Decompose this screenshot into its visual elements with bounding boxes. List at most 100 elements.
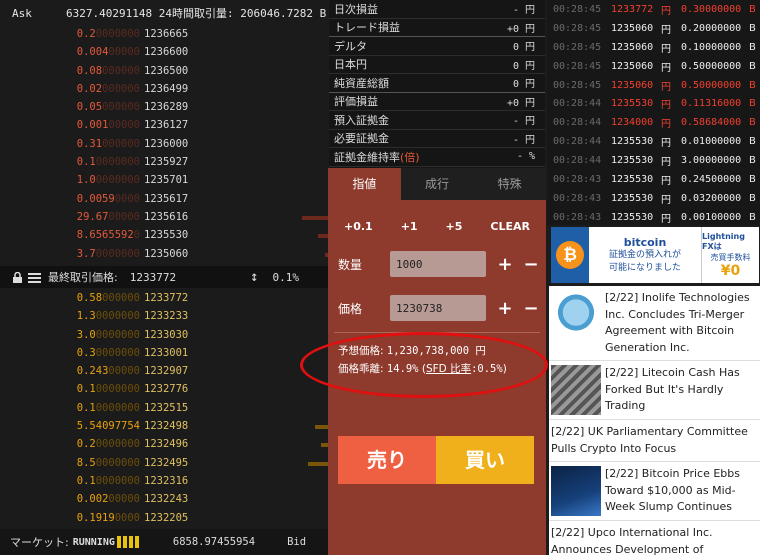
news-headline[interactable]: [2/22] UK Parliamentary Committee Pulls … [551,425,748,455]
quantity-input[interactable] [390,251,486,277]
ask-row[interactable]: 0.31000000 1236000 [0,136,328,154]
quantity-plus-button[interactable]: + [494,254,516,275]
bid-row[interactable]: 5.54097754 1232498 [0,418,328,436]
ask-row[interactable]: 8.65655920 1235530 [0,227,328,245]
ask-row[interactable]: 29.6700000 1235616 [0,209,328,227]
trade-amount: 0.58684000 [681,117,742,129]
trade-row: 00:28:44 1235530 円 0.01000000 B [547,132,760,151]
ask-row[interactable]: 0.05000000 1236289 [0,99,328,117]
ask-amount-trail: 000000 [102,137,140,150]
trade-yen: 円 [661,194,671,206]
trade-time: 00:28:45 [553,79,602,91]
news-item[interactable]: [2/22] Inolife Technologies Inc. Conclud… [549,286,760,361]
bid-row[interactable]: 1.30000000 1233233 [0,308,328,326]
sell-button[interactable]: 売り [338,436,436,484]
volume-24h: 6327.40291148 24時間取引量: 206046.7282 B [66,7,327,20]
add-1-button[interactable]: +1 [401,220,418,233]
news-headline[interactable]: [2/22] Bitcoin Price Ebbs Toward $10,000… [605,467,740,513]
lock-icon[interactable] [12,271,24,283]
bid-row[interactable]: 0.10000000 1232515 [0,400,328,418]
news-item[interactable]: [2/22] Upco International Inc. Announces… [549,521,760,555]
bid-row[interactable]: 0.10000000 1232316 [0,473,328,491]
order-panel: +0.1 +1 +5 CLEAR 数量 + − 価格 + − 予想価格: 1,2… [300,200,548,555]
trade-amount: 0.30000000 [681,3,742,15]
add-5-button[interactable]: +5 [446,220,463,233]
ad-fee: 売買手数料 [710,252,751,262]
bid-amount: 0.00200000 [77,493,140,505]
ask-amount-trail: 0 [133,229,140,242]
spread-pct: 0.1% [272,270,300,284]
news-headline[interactable]: [2/22] Litecoin Cash Has Forked But It's… [605,366,740,412]
ask-amount-trail: 0000000 [95,156,140,169]
price-minus-button[interactable]: − [520,298,542,319]
ask-amount-trail: 0000000 [95,28,140,40]
bid-amount: 0.30000000 [77,347,140,359]
ask-row[interactable]: 0.00100000 1236127 [0,117,328,135]
trade-yen: 円 [661,157,671,169]
quantity-minus-button[interactable]: − [520,254,542,275]
trade-time: 00:28:43 [553,211,602,223]
tab-limit[interactable]: 指値 [328,168,401,200]
ask-price: 1236500 [144,64,189,77]
trade-row: 00:28:45 1235060 円 0.20000000 B [547,19,760,38]
bid-row[interactable]: 0.58000000 1233772 [0,290,328,308]
ask-price: 1235927 [144,156,189,169]
bid-amount-trail: 0000000 [95,328,140,341]
bid-row[interactable]: 0.19190000 1232205 [0,510,328,528]
price-plus-button[interactable]: + [494,298,516,319]
ask-amount: 0.05000000 [77,101,140,113]
trade-unit: B [749,98,756,110]
news-item[interactable]: [2/22] Litecoin Cash Has Forked But It's… [549,361,760,420]
account-row: 日次損益 - 円 [329,0,545,19]
trade-yen: 円 [661,5,671,17]
bid-price: 1232495 [144,456,189,469]
quantity-row: 数量 + − [328,251,546,277]
ask-row[interactable]: 0.08000000 1236500 [0,63,328,81]
ask-row[interactable]: 0.20000000 1236665 [0,26,328,44]
tab-special[interactable]: 特殊 [473,168,546,200]
news-headline[interactable]: [2/22] Inolife Technologies Inc. Conclud… [605,291,750,354]
ask-row[interactable]: 1.00000000 1235701 [0,172,328,190]
ask-row[interactable]: 0.00590000 1235617 [0,191,328,209]
last-price-label: 最終取引価格: [48,271,118,284]
trade-row: 00:28:44 1234000 円 0.58684000 B [547,113,760,132]
ask-amount-value: 0.31 [76,137,103,150]
clear-button[interactable]: CLEAR [490,220,530,233]
list-icon[interactable] [28,272,42,283]
add-0.1-button[interactable]: +0.1 [344,220,373,233]
account-value: +0 円 [506,23,535,35]
bid-price: 1232496 [144,438,189,451]
bid-price: 1232515 [144,401,189,414]
ask-row[interactable]: 0.00400000 1236600 [0,44,328,62]
buy-button[interactable]: 買い [436,436,534,484]
account-value: - 円 [512,134,535,146]
bitcoin-ad-banner[interactable]: ₿ bitcoin 証拠金の預入れが 可能になりました Lightning FX… [551,227,759,283]
tab-market[interactable]: 成行 [401,168,474,200]
news-item[interactable]: [2/22] Bitcoin Price Ebbs Toward $10,000… [549,462,760,521]
trade-time: 00:28:44 [553,98,602,110]
bid-row[interactable]: 3.00000000 1233030 [0,327,328,345]
bid-row[interactable]: 0.00200000 1232243 [0,491,328,509]
account-row: 預入証拠金 - 円 [329,111,545,130]
ask-row[interactable]: 0.10000000 1235927 [0,154,328,172]
account-label: 評価損益 [334,95,378,109]
news-headline[interactable]: [2/22] Upco International Inc. Announces… [551,526,713,555]
news-item[interactable]: [2/22] UK Parliamentary Committee Pulls … [549,420,760,462]
bid-row[interactable]: 8.50000000 1232495 [0,455,328,473]
news-thumbnail [551,466,601,516]
bid-row[interactable]: 0.30000000 1233001 [0,345,328,363]
ask-row[interactable]: 0.02000000 1236499 [0,81,328,99]
bid-price: 1232776 [144,383,189,396]
ask-amount-value: 0.08 [76,64,103,77]
account-row: 必要証拠金 - 円 [329,130,545,148]
account-label: トレード損益 [334,21,400,35]
bid-row[interactable]: 0.24300000 1232907 [0,363,328,381]
bid-amount: 3.00000000 [77,329,140,341]
price-input[interactable] [390,295,486,321]
bid-amount-value: 0.58 [76,292,103,304]
bid-row[interactable]: 0.10000000 1232776 [0,381,328,399]
trade-unit: B [749,211,756,223]
ask-list: 0.20000000 1236665 0.00400000 1236600 0.0800… [0,26,328,264]
bid-row[interactable]: 0.20000000 1232496 [0,436,328,454]
ask-row[interactable]: 3.70000000 1235060 [0,246,328,264]
